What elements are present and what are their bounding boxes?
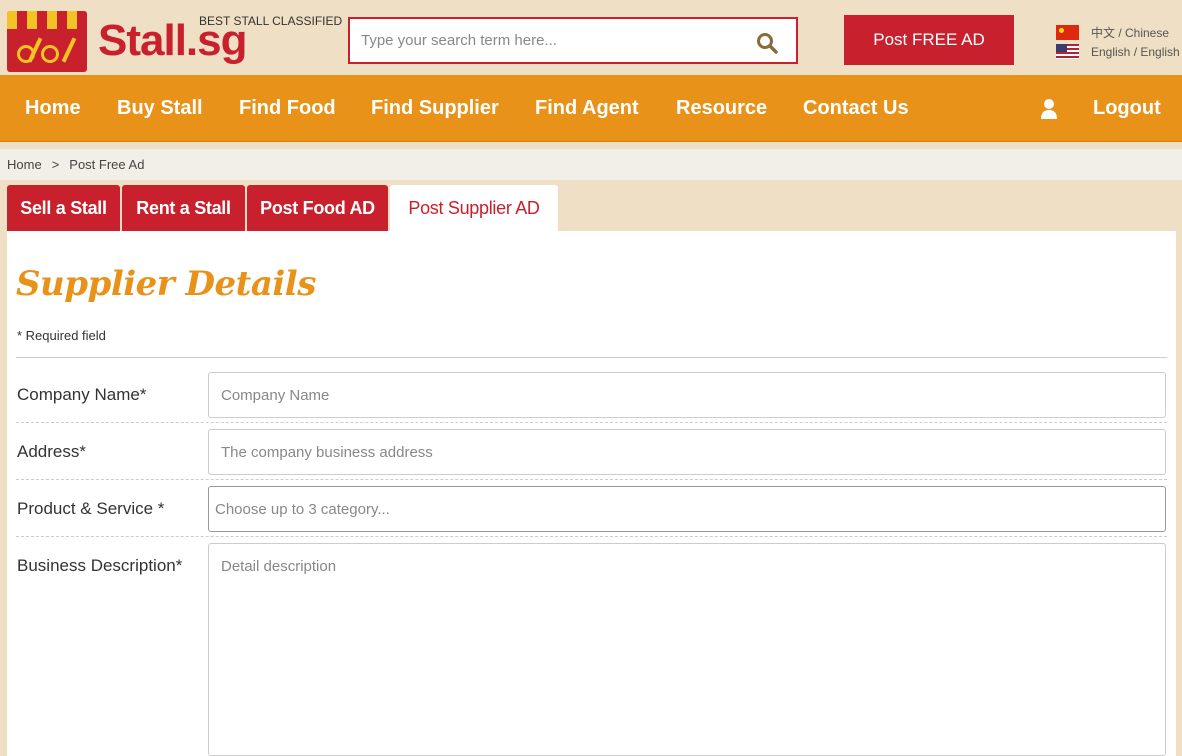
tab-post-food-ad[interactable]: Post Food AD xyxy=(247,185,388,232)
nav-find-agent[interactable]: Find Agent xyxy=(535,75,639,142)
breadcrumb-separator: > xyxy=(51,157,60,172)
tab-rent-stall[interactable]: Rent a Stall xyxy=(122,185,245,232)
row-divider xyxy=(16,479,1167,480)
breadcrumb: Home > Post Free Ad xyxy=(0,149,1182,180)
language-english-label: English / English xyxy=(1091,44,1180,59)
nav-contact-us[interactable]: Contact Us xyxy=(803,75,909,142)
us-flag-icon xyxy=(1056,44,1079,59)
search-input[interactable] xyxy=(350,19,740,62)
user-icon[interactable] xyxy=(1040,98,1058,120)
description-field[interactable] xyxy=(208,543,1166,756)
address-field[interactable] xyxy=(208,429,1166,475)
section-title: Supplier Details xyxy=(16,264,316,304)
breadcrumb-home[interactable]: Home xyxy=(7,157,42,172)
top-header: Stall.sg BEST STALL CLASSIFIED Post FREE… xyxy=(0,0,1182,75)
nav-home[interactable]: Home xyxy=(25,75,81,142)
search-icon[interactable] xyxy=(756,32,778,54)
supplier-form: Supplier Details * Required field Compan… xyxy=(7,231,1176,756)
company-name-label: Company Name* xyxy=(17,385,147,404)
post-free-ad-button[interactable]: Post FREE AD xyxy=(844,15,1014,65)
nav-resource[interactable]: Resource xyxy=(676,75,767,142)
nav-buy-stall[interactable]: Buy Stall xyxy=(117,75,203,142)
product-service-select[interactable]: Choose up to 3 category... xyxy=(208,486,1166,532)
nav-find-food[interactable]: Find Food xyxy=(239,75,336,142)
description-label: Business Description* xyxy=(17,556,183,575)
row-divider xyxy=(16,536,1167,537)
tab-sell-stall[interactable]: Sell a Stall xyxy=(7,185,120,232)
product-service-placeholder: Choose up to 3 category... xyxy=(215,500,390,518)
logo-icon[interactable] xyxy=(7,11,87,72)
china-flag-icon xyxy=(1056,25,1079,40)
logout-button[interactable]: Logout xyxy=(1093,75,1161,142)
nav-find-supplier[interactable]: Find Supplier xyxy=(371,75,499,142)
address-label: Address* xyxy=(17,442,86,461)
breadcrumb-current: Post Free Ad xyxy=(69,157,145,172)
language-chinese[interactable]: 中文 / Chinese xyxy=(1056,24,1169,41)
row-divider xyxy=(16,422,1167,423)
tagline: BEST STALL CLASSIFIED xyxy=(199,14,343,28)
main-nav: Home Buy Stall Find Food Find Supplier F… xyxy=(0,75,1182,142)
search-bar xyxy=(348,17,798,64)
tab-post-supplier-ad[interactable]: Post Supplier AD xyxy=(390,185,558,232)
language-chinese-label: 中文 / Chinese xyxy=(1091,26,1170,40)
divider xyxy=(16,357,1167,358)
company-name-field[interactable] xyxy=(208,372,1166,418)
product-service-label: Product & Service * xyxy=(17,499,165,518)
required-note: * Required field xyxy=(17,328,106,343)
language-english[interactable]: English / English xyxy=(1056,44,1180,59)
